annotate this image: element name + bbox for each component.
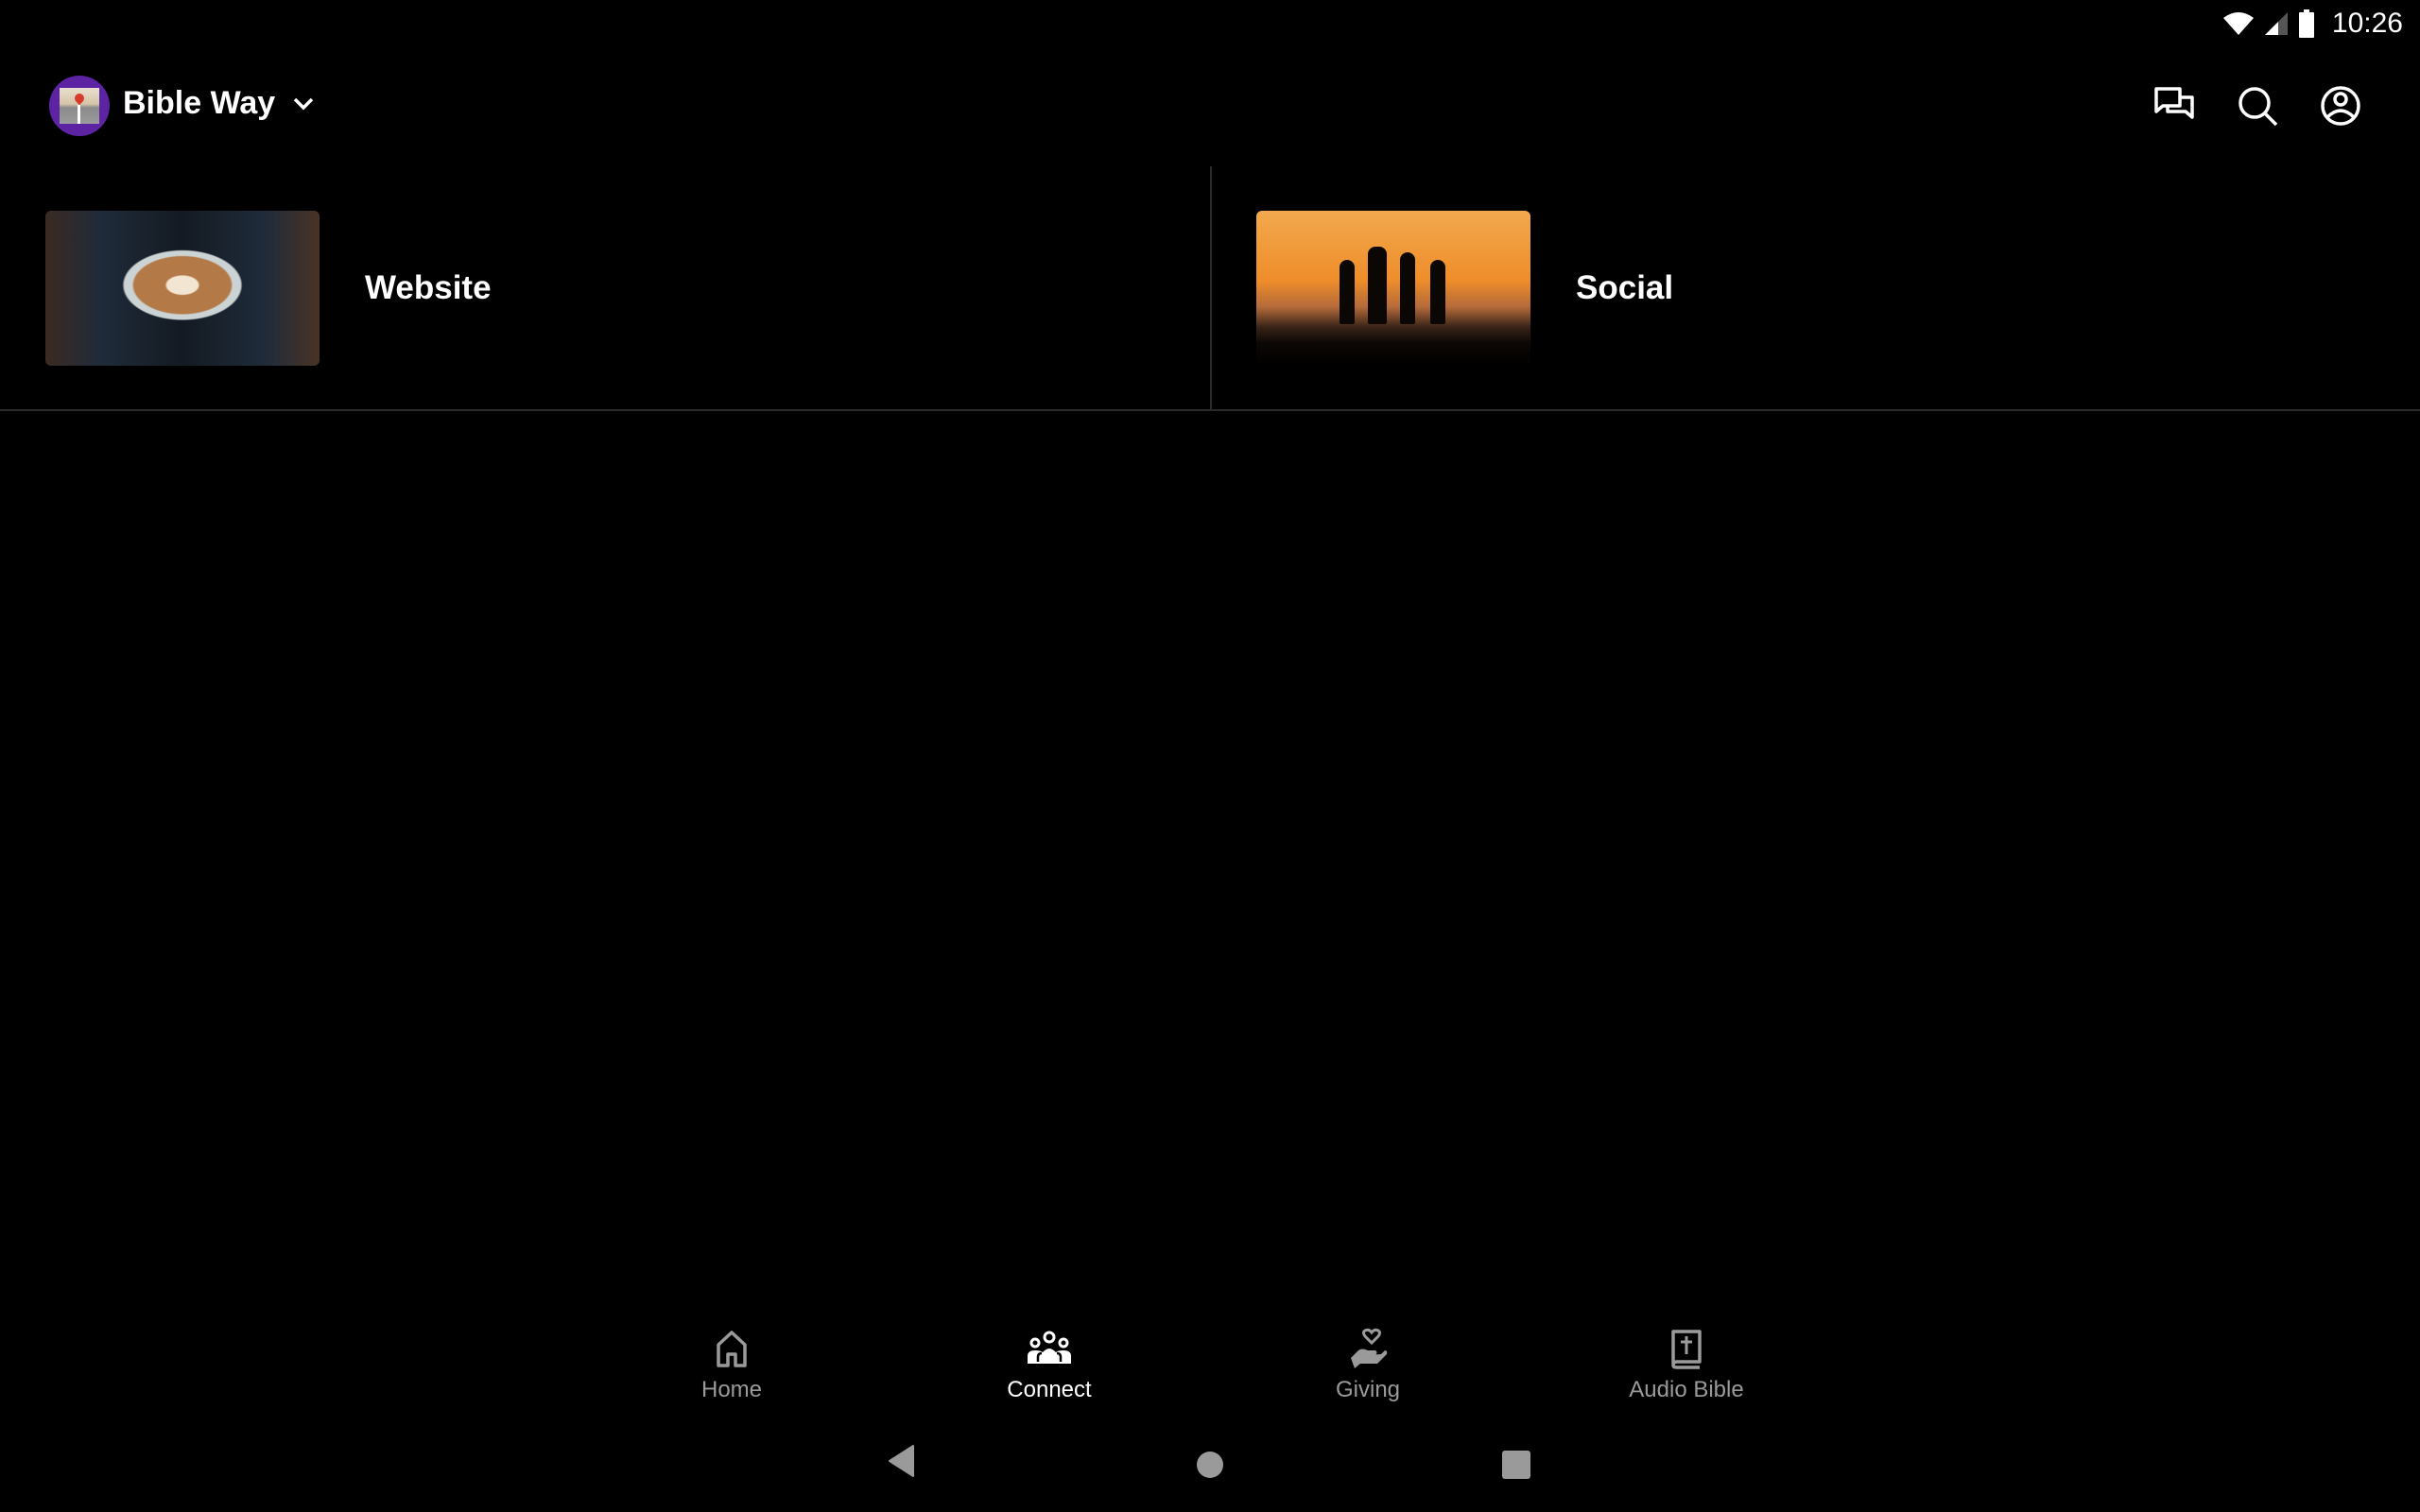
app-title: Bible Way	[123, 85, 276, 121]
home-circle-icon	[1197, 1452, 1223, 1478]
people-icon	[1028, 1331, 1071, 1364]
status-bar: 10:26	[2222, 0, 2420, 47]
giving-hand-heart-icon	[1351, 1328, 1388, 1368]
battery-icon	[2298, 9, 2314, 38]
chevron-down-icon	[293, 97, 314, 110]
nav-label: Giving	[1335, 1377, 1401, 1402]
account-button[interactable]	[2318, 83, 2363, 129]
system-back-button[interactable]	[887, 1444, 917, 1483]
recents-square-icon	[1502, 1451, 1530, 1479]
search-icon	[2238, 87, 2278, 127]
nav-connect[interactable]: Connect	[955, 1328, 1144, 1403]
chat-button[interactable]	[2152, 83, 2197, 129]
cellular-signal-icon	[2264, 12, 2288, 35]
system-recents-button[interactable]	[1502, 1451, 1530, 1484]
system-home-button[interactable]	[1196, 1451, 1224, 1484]
social-thumbnail	[1256, 211, 1530, 366]
search-button[interactable]	[2235, 83, 2280, 129]
app-logo[interactable]	[49, 76, 110, 136]
account-icon	[2321, 86, 2360, 126]
tile-label: Social	[1576, 269, 1674, 306]
nav-home[interactable]: Home	[637, 1328, 826, 1403]
nav-giving[interactable]: Giving	[1273, 1328, 1462, 1403]
bible-icon	[1671, 1330, 1702, 1369]
wifi-icon	[2222, 12, 2254, 35]
nav-label: Audio Bible	[1629, 1377, 1744, 1402]
home-icon	[717, 1331, 747, 1367]
nav-label: Connect	[1007, 1377, 1092, 1402]
website-thumbnail	[45, 211, 320, 366]
clock: 10:26	[2331, 8, 2403, 39]
tile-social[interactable]: Social	[1211, 166, 2420, 410]
back-triangle-icon	[889, 1445, 914, 1477]
horizontal-divider	[0, 409, 2420, 411]
nav-label: Home	[700, 1377, 763, 1402]
chat-icon	[2154, 87, 2194, 119]
app-switcher[interactable]: Bible Way	[123, 85, 315, 122]
logo-image	[60, 88, 99, 124]
nav-audio-bible[interactable]: Audio Bible	[1592, 1328, 1781, 1403]
tile-website[interactable]: Website	[0, 166, 1210, 410]
tile-label: Website	[365, 269, 492, 306]
